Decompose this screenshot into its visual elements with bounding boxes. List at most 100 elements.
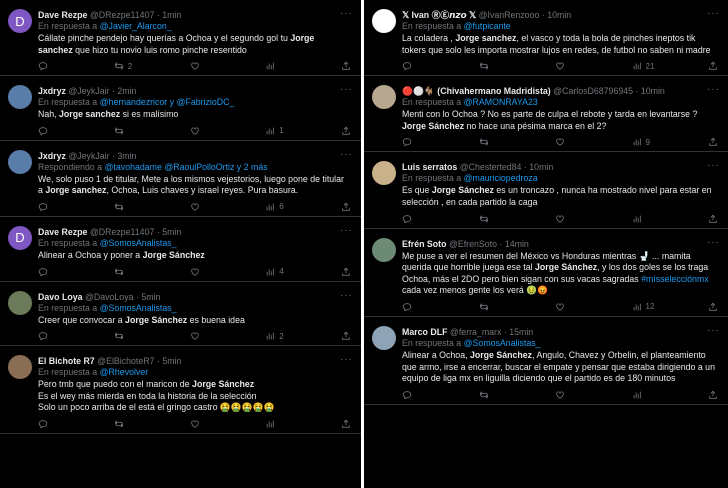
reply-button[interactable] <box>402 214 412 224</box>
tweet[interactable]: Jxdryz @JeykJair · 3min ··· Respondiendo a… <box>0 141 361 217</box>
hashtag-link[interactable]: #mísselecciónmx <box>641 274 708 284</box>
author-name[interactable]: Davo Loya <box>38 292 83 302</box>
reply-mention-link[interactable]: @tavohadame @RaoulPolloOrtiz y 2 más <box>105 162 268 172</box>
avatar[interactable] <box>372 85 396 110</box>
author-handle[interactable]: @ferra_marx <box>450 327 501 337</box>
like-button[interactable] <box>190 419 204 429</box>
share-button[interactable] <box>708 137 718 147</box>
more-options-icon[interactable]: ··· <box>707 8 720 19</box>
avatar[interactable] <box>372 9 396 33</box>
like-button[interactable] <box>190 331 204 341</box>
timestamp[interactable]: 1min <box>162 10 181 20</box>
avatar[interactable] <box>8 355 32 380</box>
reply-button[interactable] <box>38 267 48 277</box>
retweet-button[interactable] <box>479 390 493 400</box>
views-button[interactable]: 21 <box>632 61 654 71</box>
tweet[interactable]: Davo Loya @DavoLoya · 5min ··· En respuest… <box>0 282 361 347</box>
tweet[interactable]: D Dave Rezpe @DRezpe11407 · 1min ··· En res… <box>0 0 361 77</box>
author-name[interactable]: Dave Rezpe <box>38 10 87 20</box>
timestamp[interactable]: 5min <box>162 227 181 237</box>
reply-button[interactable] <box>38 61 48 71</box>
more-options-icon[interactable]: ··· <box>340 8 353 19</box>
author-handle[interactable]: @JeykJair <box>68 151 109 161</box>
views-button[interactable]: 6 <box>265 202 284 212</box>
reply-mention-link[interactable]: @SomosAnalistas_ <box>100 238 177 248</box>
tweet[interactable]: Jxdryz @JeykJair · 2min ··· En respuesta a… <box>0 76 361 141</box>
tweet[interactable]: Luis serratos @Chesterted84 · 10min ··· En… <box>364 152 728 229</box>
views-button[interactable]: 4 <box>265 267 284 277</box>
reply-mention-link[interactable]: @hernandezricor y @FabrizioDC_ <box>100 97 235 107</box>
like-button[interactable] <box>190 126 204 136</box>
timestamp[interactable]: 10min <box>547 10 571 20</box>
timestamp[interactable]: 5min <box>162 356 181 366</box>
retweet-button[interactable] <box>114 126 128 136</box>
author-name[interactable]: Jxdryz <box>38 151 66 161</box>
author-name[interactable]: Jxdryz <box>38 86 66 96</box>
views-button[interactable] <box>632 214 646 224</box>
share-button[interactable] <box>708 214 718 224</box>
reply-button[interactable] <box>402 390 412 400</box>
tweet[interactable]: 🔴⚪🐐 (Chivahermano Madridista) @CarlosD68… <box>364 76 728 153</box>
tweet[interactable]: D Dave Rezpe @DRezpe11407 · 5min ··· En res… <box>0 217 361 282</box>
like-button[interactable] <box>555 390 569 400</box>
views-button[interactable] <box>265 419 279 429</box>
author-name[interactable]: El Bichote R7 <box>38 356 95 366</box>
retweet-button[interactable] <box>114 419 128 429</box>
share-button[interactable] <box>341 267 351 277</box>
retweet-button[interactable] <box>479 214 493 224</box>
reply-mention-link[interactable]: @mauriciopedroza <box>464 173 538 183</box>
author-name[interactable]: Marco DLF <box>402 327 447 337</box>
author-handle[interactable]: @EfrenSoto <box>449 239 497 249</box>
views-button[interactable]: 12 <box>632 302 654 312</box>
author-handle[interactable]: @ElBichoteR7 <box>97 356 154 366</box>
avatar[interactable] <box>8 290 32 315</box>
reply-button[interactable] <box>38 419 48 429</box>
reply-mention-link[interactable]: @SomosAnalistas_ <box>464 338 541 348</box>
avatar[interactable] <box>372 161 396 186</box>
share-button[interactable] <box>341 331 351 341</box>
retweet-button[interactable] <box>479 61 493 71</box>
retweet-button[interactable]: 2 <box>114 61 132 71</box>
like-button[interactable] <box>555 61 569 71</box>
views-button[interactable]: 1 <box>265 126 284 136</box>
like-button[interactable] <box>190 267 204 277</box>
retweet-button[interactable] <box>114 331 128 341</box>
like-button[interactable] <box>555 302 569 312</box>
reply-button[interactable] <box>402 302 412 312</box>
views-button[interactable]: 9 <box>632 137 650 147</box>
share-button[interactable] <box>708 302 718 312</box>
more-options-icon[interactable]: ··· <box>707 84 720 95</box>
more-options-icon[interactable]: ··· <box>340 225 353 236</box>
timestamp[interactable]: 15min <box>509 327 533 337</box>
avatar[interactable] <box>372 325 396 350</box>
timestamp[interactable]: 10min <box>641 86 665 96</box>
author-handle[interactable]: @CarlosD68796945 <box>553 86 633 96</box>
timestamp[interactable]: 10min <box>529 162 553 172</box>
reply-button[interactable] <box>38 126 48 136</box>
retweet-button[interactable] <box>114 267 128 277</box>
timestamp[interactable]: 3min <box>117 151 136 161</box>
author-name[interactable]: 𝕏 Ivan ⓇⒺ𝙣𝙯𝙤 𝕏 <box>402 10 476 20</box>
author-handle[interactable]: @Chesterted84 <box>460 162 522 172</box>
like-button[interactable] <box>555 137 569 147</box>
reply-mention-link[interactable]: @Rhevolver <box>100 367 149 377</box>
timestamp[interactable]: 5min <box>141 292 160 302</box>
tweet[interactable]: Marco DLF @ferra_marx · 15min ··· En respu… <box>364 317 728 405</box>
share-button[interactable] <box>341 61 351 71</box>
author-name[interactable]: 🔴⚪🐐 (Chivahermano Madridista) <box>402 86 551 96</box>
reply-mention-link[interactable]: @Javier_Alarcon_ <box>100 21 172 31</box>
more-options-icon[interactable]: ··· <box>707 160 720 171</box>
tweet[interactable]: El Bichote R7 @ElBichoteR7 · 5min ··· En r… <box>0 346 361 434</box>
views-button[interactable] <box>265 61 279 71</box>
avatar[interactable] <box>8 149 32 174</box>
reply-mention-link[interactable]: @RAMONRAYA23 <box>464 97 538 107</box>
share-button[interactable] <box>708 390 718 400</box>
avatar[interactable] <box>372 237 396 262</box>
author-name[interactable]: Efrén Soto <box>402 239 446 249</box>
timestamp[interactable]: 14min <box>505 239 529 249</box>
tweet[interactable]: 𝕏 Ivan ⓇⒺ𝙣𝙯𝙤 𝕏 @IvanRenzooo · 10min ··· En… <box>364 0 728 77</box>
retweet-button[interactable] <box>479 302 493 312</box>
avatar[interactable]: D <box>8 225 32 250</box>
share-button[interactable] <box>341 419 351 429</box>
share-button[interactable] <box>708 61 718 71</box>
